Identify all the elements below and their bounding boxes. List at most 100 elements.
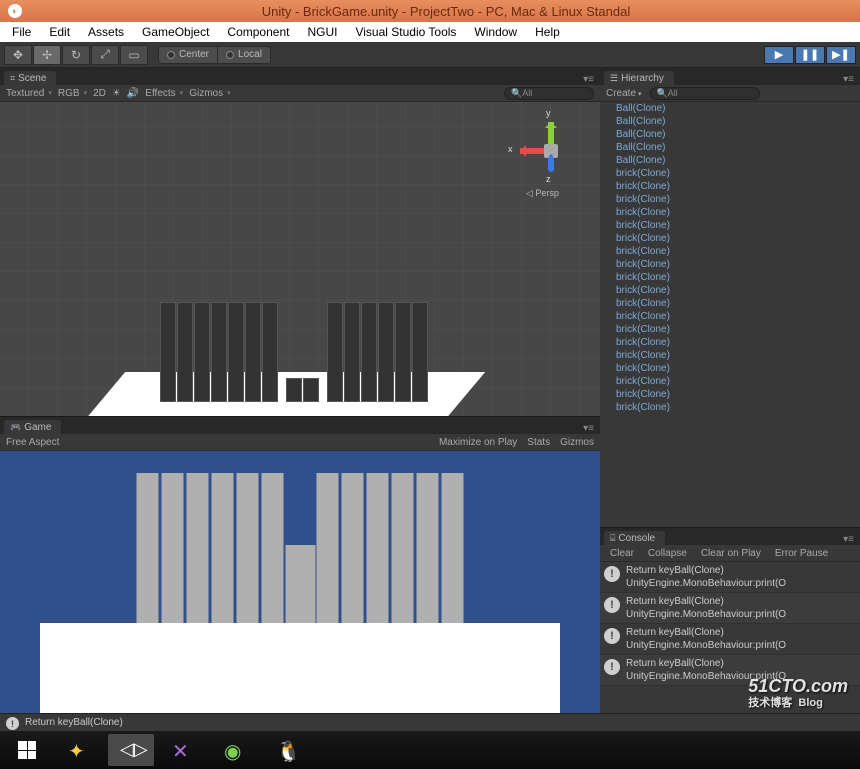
hierarchy-item[interactable]: Ball(Clone)	[600, 115, 860, 128]
game-tab[interactable]: 🎮Game	[4, 420, 61, 434]
console-entry[interactable]: !Return keyBall(Clone)UnityEngine.MonoBe…	[600, 562, 860, 593]
menubar: File Edit Assets GameObject Component NG…	[0, 22, 860, 42]
scene-search[interactable]: 🔍All	[504, 87, 594, 100]
hierarchy-icon: ☰	[610, 73, 618, 84]
taskbar-unity[interactable]: ◁▷	[108, 734, 154, 766]
hierarchy-item[interactable]: brick(Clone)	[600, 284, 860, 297]
hierarchy-item[interactable]: Ball(Clone)	[600, 154, 860, 167]
scene-panel-menu[interactable]: ▾≡	[577, 74, 600, 85]
menu-edit[interactable]: Edit	[41, 23, 78, 41]
aspect-dropdown[interactable]: Free Aspect	[6, 437, 59, 448]
console-icon: ⌸	[610, 533, 615, 544]
space-toggle[interactable]: Local	[218, 46, 271, 64]
taskbar-browser[interactable]: ◉	[212, 734, 258, 766]
menu-window[interactable]: Window	[466, 23, 525, 41]
hierarchy-item[interactable]: brick(Clone)	[600, 245, 860, 258]
hierarchy-item[interactable]: Ball(Clone)	[600, 102, 860, 115]
hierarchy-create-dropdown[interactable]: Create	[606, 88, 642, 99]
stats-toggle[interactable]: Stats	[527, 437, 550, 448]
window-icon: ◐	[8, 4, 22, 18]
hierarchy-item[interactable]: brick(Clone)	[600, 271, 860, 284]
taskbar-app-1[interactable]: ✦	[56, 734, 102, 766]
rotate-tool[interactable]: ↻	[62, 45, 90, 65]
step-button[interactable]: ▶❚	[826, 46, 856, 64]
game-icon: 🎮	[10, 422, 21, 433]
hand-tool[interactable]: ✥	[4, 45, 32, 65]
console-tab[interactable]: ⌸Console	[604, 531, 665, 545]
console-entry[interactable]: !Return keyBall(Clone)UnityEngine.MonoBe…	[600, 624, 860, 655]
info-icon: !	[604, 597, 620, 613]
pivot-toggle[interactable]: Center	[158, 46, 218, 64]
pause-button[interactable]: ❚❚	[795, 46, 825, 64]
move-tool[interactable]: ✢	[33, 45, 61, 65]
hierarchy-item[interactable]: brick(Clone)	[600, 375, 860, 388]
hierarchy-item[interactable]: brick(Clone)	[600, 219, 860, 232]
maximize-on-play-toggle[interactable]: Maximize on Play	[439, 437, 517, 448]
game-panel-menu[interactable]: ▾≡	[577, 423, 600, 434]
menu-component[interactable]: Component	[219, 23, 297, 41]
hierarchy-item[interactable]: brick(Clone)	[600, 180, 860, 193]
hierarchy-item[interactable]: brick(Clone)	[600, 401, 860, 414]
hierarchy-item[interactable]: brick(Clone)	[600, 193, 860, 206]
menu-help[interactable]: Help	[527, 23, 568, 41]
scene-tab[interactable]: ⌗Scene	[4, 71, 56, 85]
scene-content	[120, 252, 440, 416]
taskbar-visualstudio[interactable]: ✕	[160, 734, 206, 766]
console-error-pause-toggle[interactable]: Error Pause	[769, 546, 834, 561]
game-gizmos-dropdown[interactable]: Gizmos	[560, 437, 594, 448]
hierarchy-list[interactable]: Ball(Clone)Ball(Clone)Ball(Clone)Ball(Cl…	[600, 102, 860, 527]
hierarchy-item[interactable]: brick(Clone)	[600, 297, 860, 310]
console-clear-button[interactable]: Clear	[604, 546, 640, 561]
hierarchy-item[interactable]: brick(Clone)	[600, 323, 860, 336]
hierarchy-item[interactable]: brick(Clone)	[600, 349, 860, 362]
console-entry[interactable]: !Return keyBall(Clone)UnityEngine.MonoBe…	[600, 593, 860, 624]
scene-shading-dropdown[interactable]: Textured	[6, 88, 52, 99]
console-clear-on-play-toggle[interactable]: Clear on Play	[695, 546, 767, 561]
hierarchy-item[interactable]: brick(Clone)	[600, 362, 860, 375]
menu-assets[interactable]: Assets	[80, 23, 132, 41]
console-toolbar: Clear Collapse Clear on Play Error Pause	[600, 545, 860, 562]
scene-view[interactable]: y x z ◁ Persp	[0, 102, 600, 416]
menu-gameobject[interactable]: GameObject	[134, 23, 217, 41]
titlebar: ◐ Unity - BrickGame.unity - ProjectTwo -…	[0, 0, 860, 22]
watermark: 51CTO.com 技术博客 Blog	[748, 677, 848, 709]
hierarchy-tab[interactable]: ☰Hierarchy	[604, 71, 674, 85]
hierarchy-item[interactable]: brick(Clone)	[600, 167, 860, 180]
hierarchy-item[interactable]: brick(Clone)	[600, 206, 860, 219]
play-button[interactable]: ▶	[764, 46, 794, 64]
taskbar-qq[interactable]: 🐧	[264, 734, 310, 766]
start-button[interactable]	[4, 734, 50, 766]
menu-vstools[interactable]: Visual Studio Tools	[347, 23, 464, 41]
scene-toolbar: Textured RGB 2D ☀ 🔊 Effects Gizmos 🔍All	[0, 85, 600, 102]
scale-tool[interactable]: ⤢	[91, 45, 119, 65]
scene-audio-icon[interactable]: 🔊	[127, 88, 139, 99]
scene-2d-toggle[interactable]: 2D	[93, 88, 106, 99]
scene-effects-dropdown[interactable]: Effects	[145, 88, 183, 99]
rect-tool[interactable]: ▭	[120, 45, 148, 65]
hierarchy-item[interactable]: Ball(Clone)	[600, 128, 860, 141]
orientation-gizmo[interactable]: y x z ◁ Persp	[520, 122, 580, 202]
info-icon: !	[604, 659, 620, 675]
hierarchy-item[interactable]: brick(Clone)	[600, 258, 860, 271]
hierarchy-item[interactable]: brick(Clone)	[600, 232, 860, 245]
console-collapse-toggle[interactable]: Collapse	[642, 546, 693, 561]
console-tab-row: ⌸Console ▾≡	[600, 528, 860, 545]
window-title: Unity - BrickGame.unity - ProjectTwo - P…	[32, 4, 860, 19]
console-panel-menu[interactable]: ▾≡	[837, 534, 860, 545]
scene-gizmos-dropdown[interactable]: Gizmos	[189, 88, 230, 99]
hierarchy-panel-menu[interactable]: ▾≡	[837, 74, 860, 85]
menu-file[interactable]: File	[4, 23, 39, 41]
scene-rendermode-dropdown[interactable]: RGB	[58, 88, 87, 99]
hierarchy-item[interactable]: brick(Clone)	[600, 388, 860, 401]
hierarchy-item[interactable]: Ball(Clone)	[600, 141, 860, 154]
toolbar: ✥ ✢ ↻ ⤢ ▭ Center Local ▶ ❚❚ ▶❚	[0, 42, 860, 68]
persp-label[interactable]: ◁ Persp	[526, 188, 559, 199]
hierarchy-item[interactable]: brick(Clone)	[600, 310, 860, 323]
game-view[interactable]	[0, 451, 600, 713]
hierarchy-tab-row: ☰Hierarchy ▾≡	[600, 68, 860, 85]
hierarchy-item[interactable]: brick(Clone)	[600, 336, 860, 349]
scene-light-icon[interactable]: ☀	[112, 88, 121, 99]
menu-ngui[interactable]: NGUI	[299, 23, 345, 41]
game-tab-row: 🎮Game ▾≡	[0, 417, 600, 434]
hierarchy-search[interactable]: 🔍All	[650, 87, 760, 100]
